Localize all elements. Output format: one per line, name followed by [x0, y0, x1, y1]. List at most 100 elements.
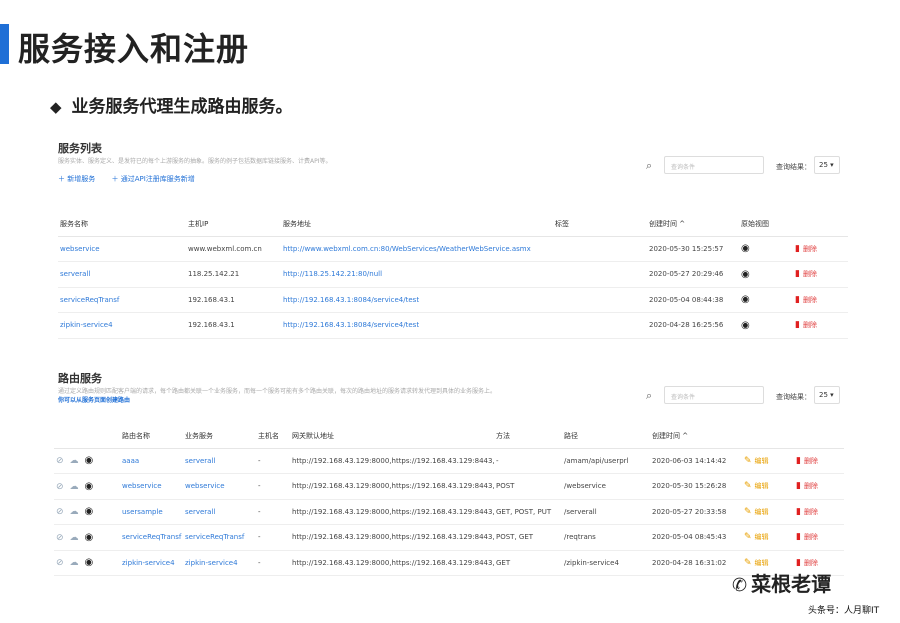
- route-name-link[interactable]: aaaa: [120, 448, 183, 474]
- hostname: -: [256, 499, 290, 525]
- delete-button[interactable]: ▮ 删除: [793, 261, 848, 288]
- service-list-title: 服务列表: [58, 142, 102, 155]
- view-eye-icon[interactable]: ◉: [85, 506, 94, 517]
- edit-button[interactable]: ✎ 编辑: [742, 524, 794, 551]
- col-delete: [794, 424, 844, 449]
- page-size-value: 25: [819, 161, 828, 169]
- unlink-icon[interactable]: ⊘: [56, 533, 64, 543]
- delete-label: 删除: [803, 507, 818, 516]
- col-created-time[interactable]: 创建时间 ^: [650, 424, 742, 449]
- delete-button[interactable]: ▮ 删除: [794, 524, 844, 551]
- route-name-link[interactable]: serviceReqTransf: [120, 524, 183, 551]
- unlink-icon[interactable]: ⊘: [56, 482, 64, 492]
- business-service-link[interactable]: webservice: [183, 473, 256, 500]
- business-service-link[interactable]: serverall: [183, 448, 256, 474]
- service-name-link[interactable]: serviceReqTransf: [58, 287, 186, 313]
- created-time: 2020-04-28 16:31:02: [650, 550, 742, 576]
- page-size-select[interactable]: 25 ▾: [814, 386, 840, 404]
- pencil-icon: ✎: [744, 532, 752, 543]
- delete-button[interactable]: ▮ 删除: [794, 499, 844, 525]
- delete-button[interactable]: ▮ 删除: [794, 448, 844, 474]
- created-time: 2020-05-30 15:26:28: [650, 473, 742, 500]
- service-address-link[interactable]: http://192.168.43.1:8084/service4/test: [281, 287, 553, 313]
- service-search-input[interactable]: 查询条件: [664, 156, 764, 174]
- route-table-header: 路由名称 业务服务 主机名 网关默认地址 方法 路径 创建时间 ^: [54, 424, 844, 449]
- edit-label: 编辑: [754, 533, 769, 542]
- host-ip: www.webxml.com.cn: [186, 236, 281, 262]
- created-time: 2020-05-04 08:45:43: [650, 524, 742, 551]
- edit-button[interactable]: ✎ 编辑: [742, 448, 794, 474]
- page-size-select[interactable]: 25 ▾: [814, 156, 840, 174]
- service-list-panel: 服务列表 服务实体、服务定义、是发符已的每个上游服务的抽象。服务的例子包括数据库…: [50, 132, 862, 344]
- service-address-link[interactable]: http://118.25.142.21:80/null: [281, 261, 553, 288]
- cloud-icon[interactable]: ☁: [70, 558, 79, 568]
- gateway-address: http://192.168.43.129:8000,https://192.1…: [290, 448, 494, 474]
- edit-label: 编辑: [754, 456, 769, 465]
- route-service-panel: 路由服务 通过定义路由规则匹配客户端的请求，每个路由都关联一个业务服务，而每一个…: [50, 362, 862, 584]
- host-ip: 192.168.43.1: [186, 287, 281, 313]
- col-service-name: 服务名称: [58, 212, 186, 237]
- route-name-link[interactable]: zipkin-service4: [120, 550, 183, 576]
- add-via-api-link[interactable]: ＋ 通过API注册库服务新增: [111, 175, 194, 183]
- route-name-link[interactable]: webservice: [120, 473, 183, 500]
- business-service-link[interactable]: serverall: [183, 499, 256, 525]
- view-eye-icon[interactable]: ◉: [85, 481, 94, 492]
- wechat-icon: ✆: [732, 575, 748, 596]
- view-eye-icon[interactable]: ◉: [741, 320, 750, 331]
- trash-icon: ▮: [795, 269, 800, 280]
- edit-button[interactable]: ✎ 编辑: [742, 499, 794, 525]
- view-eye-icon[interactable]: ◉: [85, 455, 94, 466]
- search-icon[interactable]: ⌕: [646, 159, 652, 173]
- method: POST: [494, 473, 562, 500]
- cloud-icon[interactable]: ☁: [70, 507, 79, 517]
- gateway-address: http://192.168.43.129:8000,https://192.1…: [290, 473, 494, 500]
- service-name-link[interactable]: serverall: [58, 261, 186, 288]
- business-service-link[interactable]: serviceReqTransf: [183, 524, 256, 551]
- delete-label: 删除: [803, 456, 818, 465]
- col-service-address: 服务地址: [281, 212, 553, 237]
- service-address-link[interactable]: http://192.168.43.1:8084/service4/test: [281, 312, 553, 339]
- delete-button[interactable]: ▮ 删除: [793, 236, 848, 262]
- table-row: zipkin-service4 192.168.43.1 http://192.…: [58, 312, 848, 339]
- create-route-link[interactable]: 你可以从服务页面创建路由: [58, 395, 130, 404]
- delete-label: 删除: [802, 244, 817, 253]
- view-eye-icon[interactable]: ◉: [85, 557, 94, 568]
- created-time: 2020-04-28 16:25:56: [647, 312, 739, 339]
- view-eye-icon[interactable]: ◉: [741, 294, 750, 305]
- add-service-link[interactable]: ＋ 新增服务: [58, 175, 95, 183]
- trash-icon: ▮: [795, 243, 800, 254]
- unlink-icon[interactable]: ⊘: [56, 558, 64, 568]
- cloud-icon[interactable]: ☁: [70, 482, 79, 492]
- col-created-time[interactable]: 创建时间 ^: [647, 212, 739, 237]
- table-row: ⊘ ☁ ◉ zipkin-service4 zipkin-service4 - ht…: [54, 550, 844, 576]
- business-service-link[interactable]: zipkin-service4: [183, 550, 256, 576]
- table-row: ⊘ ☁ ◉ usersample serverall - http://192.16…: [54, 499, 844, 525]
- unlink-icon[interactable]: ⊘: [56, 507, 64, 517]
- service-name-link[interactable]: zipkin-service4: [58, 312, 186, 339]
- trash-icon: ▮: [795, 294, 800, 305]
- cloud-icon[interactable]: ☁: [70, 533, 79, 543]
- host-ip: 192.168.43.1: [186, 312, 281, 339]
- created-time: 2020-05-30 15:25:57: [647, 236, 739, 262]
- route-name-link[interactable]: usersample: [120, 499, 183, 525]
- service-name-link[interactable]: webservice: [58, 236, 186, 262]
- delete-button[interactable]: ▮ 删除: [793, 312, 848, 339]
- delete-button[interactable]: ▮ 删除: [793, 287, 848, 313]
- search-icon[interactable]: ⌕: [646, 389, 652, 403]
- trash-icon: ▮: [796, 532, 801, 543]
- tag-cell: [553, 312, 647, 339]
- cloud-icon[interactable]: ☁: [70, 456, 79, 466]
- gateway-address: http://192.168.43.129:8000,https://192.1…: [290, 524, 494, 551]
- delete-label: 删除: [803, 482, 818, 491]
- view-eye-icon[interactable]: ◉: [741, 243, 750, 254]
- route-search-input[interactable]: 查询条件: [664, 386, 764, 404]
- table-row: serverall 118.25.142.21 http://118.25.14…: [58, 261, 848, 288]
- service-address-link[interactable]: http://www.webxml.com.cn:80/WebServices/…: [281, 236, 553, 262]
- pencil-icon: ✎: [744, 506, 752, 517]
- edit-button[interactable]: ✎ 编辑: [742, 473, 794, 500]
- view-eye-icon[interactable]: ◉: [741, 269, 750, 280]
- query-result-label: 查询结果：: [776, 163, 811, 171]
- delete-button[interactable]: ▮ 删除: [794, 473, 844, 500]
- unlink-icon[interactable]: ⊘: [56, 456, 64, 466]
- view-eye-icon[interactable]: ◉: [85, 532, 94, 543]
